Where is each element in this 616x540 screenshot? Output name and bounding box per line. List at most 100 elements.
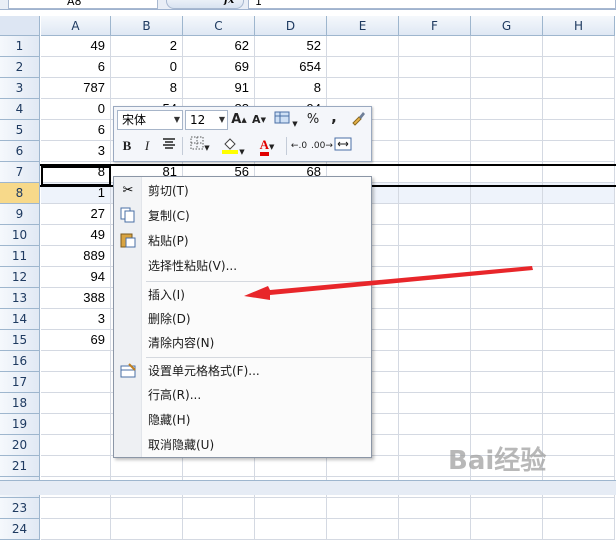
font-size-combo[interactable]: 12 ▼ (185, 110, 228, 130)
column-header-f[interactable]: F (399, 16, 471, 36)
merge-center-button[interactable] (333, 136, 353, 156)
percent-style-button[interactable]: % (305, 110, 321, 130)
cell-h14[interactable] (543, 309, 615, 330)
cell-h5[interactable] (543, 120, 615, 141)
column-header-e[interactable]: E (327, 16, 399, 36)
cell-f18[interactable] (399, 393, 471, 414)
cell-h19[interactable] (543, 414, 615, 435)
row-header[interactable]: 15 (0, 330, 40, 351)
cell-b24[interactable] (111, 519, 183, 540)
cell-h24[interactable] (543, 519, 615, 540)
menu-item-delete[interactable]: 删除(D) (148, 307, 191, 331)
cell-g23[interactable] (471, 498, 543, 519)
cell-h18[interactable] (543, 393, 615, 414)
cell-e2[interactable] (327, 57, 399, 78)
row-header[interactable]: 12 (0, 267, 40, 288)
cell-e23[interactable] (327, 498, 399, 519)
cell-e24[interactable] (327, 519, 399, 540)
column-header-g[interactable]: G (471, 16, 543, 36)
cell-a9[interactable]: 27 (41, 204, 111, 225)
select-all-corner[interactable] (0, 16, 40, 36)
cell-g3[interactable] (471, 78, 543, 99)
row-header[interactable]: 16 (0, 351, 40, 372)
comma-style-button[interactable]: , (327, 107, 341, 127)
cell-h1[interactable] (543, 36, 615, 57)
cell-a14[interactable]: 3 (41, 309, 111, 330)
cell-g5[interactable] (471, 120, 543, 141)
align-center-button[interactable] (160, 136, 178, 156)
bold-button[interactable]: B (119, 136, 135, 156)
cell-c24[interactable] (183, 519, 255, 540)
cell-g24[interactable] (471, 519, 543, 540)
cell-h2[interactable] (543, 57, 615, 78)
cell-g4[interactable] (471, 99, 543, 120)
cell-h12[interactable] (543, 267, 615, 288)
cell-f17[interactable] (399, 372, 471, 393)
cell-a21[interactable] (41, 456, 111, 477)
cell-f10[interactable] (399, 225, 471, 246)
cell-f23[interactable] (399, 498, 471, 519)
row-header[interactable]: 11 (0, 246, 40, 267)
cell-g2[interactable] (471, 57, 543, 78)
cell-a6[interactable]: 3 (41, 141, 111, 162)
row-header[interactable]: 9 (0, 204, 40, 225)
shrink-font-button[interactable]: A▼ (251, 110, 267, 130)
cell-g10[interactable] (471, 225, 543, 246)
row-header[interactable]: 10 (0, 225, 40, 246)
cell-a18[interactable] (41, 393, 111, 414)
row-header[interactable]: 4 (0, 99, 40, 120)
cell-f24[interactable] (399, 519, 471, 540)
font-name-combo[interactable]: 宋体 ▼ (117, 110, 183, 130)
cell-a23[interactable] (41, 498, 111, 519)
cell-g14[interactable] (471, 309, 543, 330)
cell-c2[interactable]: 69 (183, 57, 255, 78)
cell-f3[interactable] (399, 78, 471, 99)
row-header[interactable]: 5 (0, 120, 40, 141)
borders-button[interactable]: ▼ (186, 136, 214, 156)
formula-input[interactable]: 1 (248, 0, 616, 9)
column-header-a[interactable]: A (41, 16, 111, 36)
cell-c1[interactable]: 62 (183, 36, 255, 57)
cell-g17[interactable] (471, 372, 543, 393)
cell-d21[interactable] (255, 456, 327, 477)
italic-button[interactable]: I (139, 136, 155, 156)
menu-item-format-cells[interactable]: 设置单元格格式(F)... (148, 359, 260, 383)
cell-h15[interactable] (543, 330, 615, 351)
cell-f5[interactable] (399, 120, 471, 141)
cell-h13[interactable] (543, 288, 615, 309)
cell-g18[interactable] (471, 393, 543, 414)
cell-h17[interactable] (543, 372, 615, 393)
cell-c21[interactable] (183, 456, 255, 477)
cell-b23[interactable] (111, 498, 183, 519)
cell-f6[interactable] (399, 141, 471, 162)
cell-a1[interactable]: 49 (41, 36, 111, 57)
cell-a20[interactable] (41, 435, 111, 456)
row-header[interactable]: 23 (0, 498, 40, 519)
cell-f4[interactable] (399, 99, 471, 120)
format-painter-button[interactable] (348, 110, 368, 130)
row-header[interactable]: 3 (0, 78, 40, 99)
cell-c23[interactable] (183, 498, 255, 519)
cell-a10[interactable]: 49 (41, 225, 111, 246)
cell-g6[interactable] (471, 141, 543, 162)
cell-a11[interactable]: 889 (41, 246, 111, 267)
menu-item-row-height[interactable]: 行高(R)... (148, 383, 201, 407)
row-header[interactable]: 1 (0, 36, 40, 57)
cell-a24[interactable] (41, 519, 111, 540)
cell-c3[interactable]: 91 (183, 78, 255, 99)
row-header[interactable]: 8 (0, 183, 40, 204)
cell-b2[interactable]: 0 (111, 57, 183, 78)
cell-b21[interactable] (111, 456, 183, 477)
cell-h6[interactable] (543, 141, 615, 162)
cell-d2[interactable]: 654 (255, 57, 327, 78)
cell-a15[interactable]: 69 (41, 330, 111, 351)
cell-a17[interactable] (41, 372, 111, 393)
cell-a5[interactable]: 6 (41, 120, 111, 141)
cell-f14[interactable] (399, 309, 471, 330)
cell-h16[interactable] (543, 351, 615, 372)
menu-item-clear-contents[interactable]: 清除内容(N) (148, 331, 214, 355)
cell-f1[interactable] (399, 36, 471, 57)
cell-f2[interactable] (399, 57, 471, 78)
decrease-decimal-button[interactable]: .00→ (311, 136, 333, 156)
cell-g9[interactable] (471, 204, 543, 225)
